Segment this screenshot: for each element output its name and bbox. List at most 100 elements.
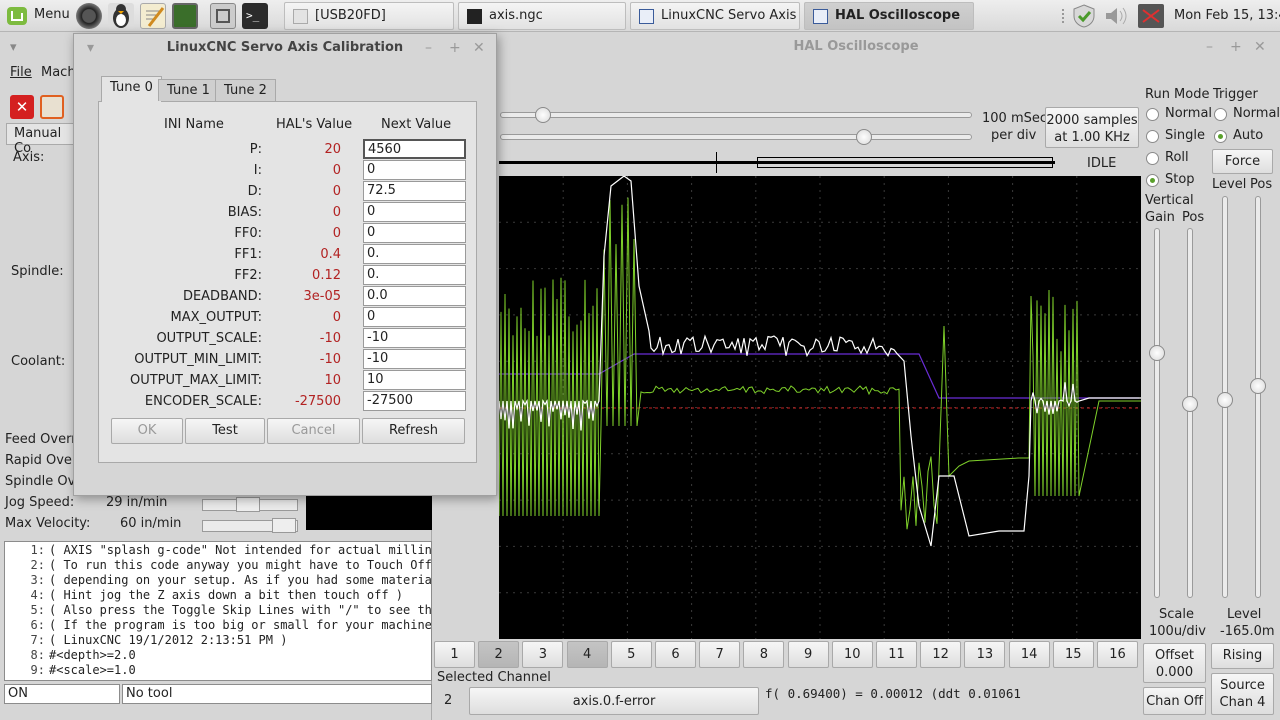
- param-next-value-input[interactable]: 10: [363, 370, 466, 390]
- tab-tune-2[interactable]: Tune 2: [215, 79, 276, 101]
- desktop-launcher-icon[interactable]: [172, 3, 198, 29]
- axis-window-menu-chevron[interactable]: ▾: [10, 40, 17, 55]
- channel-button[interactable]: 2: [478, 641, 520, 668]
- param-next-value-input[interactable]: 0: [363, 307, 466, 327]
- menu-machine[interactable]: Mach: [41, 65, 76, 80]
- dialog-maximize-icon[interactable]: +: [449, 40, 461, 56]
- channel-button[interactable]: 15: [1052, 641, 1094, 668]
- gcode-line[interactable]: #<depth>=2.0: [49, 648, 136, 662]
- run-mode-normal-radio[interactable]: [1146, 108, 1159, 121]
- gcode-line[interactable]: ( To run this code anyway you might have…: [49, 558, 431, 572]
- cancel-button[interactable]: Cancel: [267, 418, 360, 444]
- scope-display[interactable]: [498, 175, 1141, 639]
- gcode-line[interactable]: ( depending on your setup. As if you had…: [49, 573, 431, 587]
- param-next-value-input[interactable]: 0: [363, 160, 466, 180]
- menu-file[interactable]: File: [10, 65, 32, 80]
- zoom-slider[interactable]: [500, 112, 972, 118]
- terminal-launcher-icon[interactable]: >_: [242, 3, 268, 29]
- max-velocity-slider-handle[interactable]: [272, 518, 296, 533]
- position-slider-knob[interactable]: [856, 129, 872, 145]
- param-next-value-input[interactable]: 0.: [363, 265, 466, 285]
- gcode-listing[interactable]: 1: ( AXIS "splash g-code" Not intended fo…: [4, 541, 432, 681]
- task-axis-ngc[interactable]: axis.ngc: [458, 2, 626, 30]
- param-next-value-input[interactable]: 0: [363, 202, 466, 222]
- vertical-pos-slider[interactable]: [1187, 228, 1193, 598]
- offset-button[interactable]: Offset 0.000: [1143, 643, 1206, 683]
- param-next-value-input[interactable]: 0.0: [363, 286, 466, 306]
- trigger-auto-label[interactable]: Auto: [1233, 128, 1263, 143]
- run-mode-stop-label[interactable]: Stop: [1165, 172, 1195, 187]
- channel-button[interactable]: 14: [1008, 641, 1050, 668]
- chan-off-button[interactable]: Chan Off: [1143, 687, 1206, 715]
- rising-button[interactable]: Rising: [1211, 643, 1274, 669]
- gcode-line[interactable]: ( Also press the Toggle Skip Lines with …: [49, 603, 431, 617]
- channel-button[interactable]: 8: [743, 641, 785, 668]
- force-button[interactable]: Force: [1212, 149, 1273, 174]
- network-icon[interactable]: [1138, 4, 1164, 28]
- source-button[interactable]: Source Chan 4: [1211, 673, 1274, 715]
- channel-button[interactable]: 6: [655, 641, 696, 668]
- param-next-value-input[interactable]: 0: [363, 223, 466, 243]
- task-servo-calibration[interactable]: LinuxCNC Servo Axis ...: [630, 2, 800, 30]
- param-next-value-input[interactable]: -27500: [363, 391, 466, 411]
- tab-tune-0[interactable]: Tune 0: [101, 76, 162, 102]
- gcode-line[interactable]: ( If the program is too big or small for…: [49, 618, 431, 632]
- task-hal-oscilloscope[interactable]: HAL Oscilloscope: [804, 2, 974, 30]
- channel-button[interactable]: 11: [876, 641, 917, 668]
- channel-button[interactable]: 12: [920, 641, 962, 668]
- trigger-normal-label[interactable]: Normal: [1233, 106, 1280, 121]
- channel-button[interactable]: 5: [610, 641, 652, 668]
- minimize-icon[interactable]: –: [1206, 39, 1213, 55]
- dialog-menu-chevron-icon[interactable]: ▾: [87, 40, 94, 56]
- zoom-slider-knob[interactable]: [535, 107, 551, 123]
- channel-button[interactable]: 1: [434, 641, 475, 668]
- trigger-level-slider-knob[interactable]: [1217, 392, 1233, 408]
- text-editor-launcher-icon[interactable]: [140, 3, 166, 29]
- samples-button[interactable]: 2000 samples at 1.00 KHz: [1045, 107, 1139, 148]
- param-next-value-input[interactable]: 0.: [363, 244, 466, 264]
- param-next-value-input[interactable]: 72.5: [363, 181, 466, 201]
- trigger-auto-radio[interactable]: [1214, 130, 1227, 143]
- run-mode-roll-radio[interactable]: [1146, 152, 1159, 165]
- manual-control-tab[interactable]: Manual Co: [6, 123, 76, 156]
- update-shield-icon[interactable]: [1072, 4, 1096, 28]
- channel-button[interactable]: 3: [522, 641, 564, 668]
- gcode-line[interactable]: ( Hint jog the Z axis down a bit then to…: [49, 588, 403, 602]
- trigger-pos-slider[interactable]: [1255, 196, 1261, 598]
- test-button[interactable]: Test: [185, 418, 265, 444]
- file-manager-launcher-icon[interactable]: [210, 3, 236, 29]
- estop-button[interactable]: ✕: [10, 95, 34, 119]
- run-mode-stop-radio[interactable]: [1146, 174, 1159, 187]
- gain-slider[interactable]: [1154, 228, 1160, 598]
- clock[interactable]: Mon Feb 15, 13:46: [1174, 8, 1280, 23]
- channel-button[interactable]: 13: [964, 641, 1006, 668]
- gcode-line[interactable]: #<scale>=1.0: [49, 663, 136, 677]
- maximize-icon[interactable]: +: [1230, 39, 1242, 55]
- trigger-pos-slider-knob[interactable]: [1250, 378, 1266, 394]
- run-mode-single-radio[interactable]: [1146, 130, 1159, 143]
- channel-button[interactable]: 9: [787, 641, 829, 668]
- channel-button[interactable]: 4: [566, 641, 608, 668]
- run-mode-single-label[interactable]: Single: [1165, 128, 1205, 143]
- gain-slider-knob[interactable]: [1149, 345, 1165, 361]
- channel-button[interactable]: 16: [1097, 641, 1138, 668]
- trigger-normal-radio[interactable]: [1214, 108, 1227, 121]
- power-button[interactable]: [40, 95, 64, 119]
- camera-launcher-icon[interactable]: [76, 3, 102, 29]
- menu-button[interactable]: Menu: [4, 4, 70, 28]
- gcode-line[interactable]: ( AXIS "splash g-code" Not intended for …: [49, 543, 431, 557]
- volume-icon[interactable]: [1104, 6, 1128, 26]
- param-next-value-input[interactable]: 4560: [363, 139, 466, 159]
- channel-button[interactable]: 7: [699, 641, 741, 668]
- vertical-pos-slider-knob[interactable]: [1182, 396, 1198, 412]
- position-slider[interactable]: [500, 134, 972, 140]
- preview-area[interactable]: [306, 495, 432, 530]
- jog-speed-slider-handle[interactable]: [236, 497, 260, 512]
- gcode-line[interactable]: ( LinuxCNC 19/1/2012 2:13:51 PM ): [49, 633, 287, 647]
- refresh-button[interactable]: Refresh: [362, 418, 465, 444]
- task-usb20fd[interactable]: [USB20FD]: [284, 2, 454, 30]
- dialog-close-icon[interactable]: ✕: [473, 40, 485, 56]
- run-mode-roll-label[interactable]: Roll: [1165, 150, 1189, 165]
- channel-signal-button[interactable]: axis.0.f-error: [469, 687, 759, 715]
- linuxcnc-launcher-icon[interactable]: [108, 3, 134, 29]
